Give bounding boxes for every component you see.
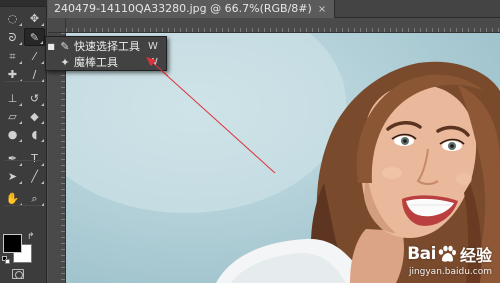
move-icon[interactable]: ✥ (24, 9, 45, 27)
tool-group-divider (5, 81, 42, 82)
blur-icon[interactable]: ● (2, 125, 23, 143)
watermark-logo: Bai 经验 (407, 244, 492, 265)
path-selection-icon[interactable]: ➤ (2, 167, 23, 185)
document-tab[interactable]: 240479-14110QA33280.jpg @ 66.7%(RGB/8#) × (48, 0, 336, 18)
tools-panel: ◌ ✥ ᘐ ✎ ⌗ ⁄ ✚ ∕ ⊥ ↺ ▱ ◆ ● ◖ ✒ T ➤ ╱ ✋ ⌕ ↱ (0, 0, 47, 283)
horizontal-ruler[interactable] (66, 18, 500, 33)
pen-icon[interactable]: ✒ (2, 149, 23, 167)
dodge-icon[interactable]: ◖ (24, 125, 45, 143)
magic-wand-icon: ✦ (60, 55, 70, 69)
selection-tool-flyout: ■ ✎ 快速选择工具 W ✦ 魔棒工具 W (45, 36, 167, 71)
paint-bucket-icon[interactable]: ◆ (24, 107, 45, 125)
eyedropper-icon[interactable]: ⁄ (24, 47, 45, 65)
type-icon[interactable]: T (24, 149, 45, 167)
ruler-origin[interactable] (48, 18, 66, 33)
foreground-color-swatch[interactable] (3, 234, 22, 253)
tool-label: 快速选择工具 (74, 40, 140, 53)
quick-selection-icon[interactable]: ✎ (24, 28, 45, 46)
close-tab-icon[interactable]: × (318, 4, 326, 15)
quick-selection-tool-item[interactable]: ■ ✎ 快速选择工具 W (46, 38, 166, 54)
crop-icon[interactable]: ⌗ (2, 47, 23, 65)
marquee-icon[interactable]: ◌ (2, 9, 23, 27)
tool-shortcut: W (148, 40, 158, 52)
tool-shortcut: W (148, 56, 158, 68)
lasso-icon[interactable]: ᘐ (2, 28, 23, 46)
tool-label: 魔棒工具 (74, 56, 118, 69)
line-tool-icon[interactable]: ╱ (24, 167, 45, 185)
document-tab-title: 240479-14110QA33280.jpg @ 66.7%(RGB/8#) (54, 2, 312, 15)
tool-group-divider (5, 205, 42, 206)
clone-stamp-icon[interactable]: ⊥ (2, 89, 23, 107)
paw-logo-icon (438, 245, 456, 262)
quick-selection-icon: ✎ (60, 39, 70, 53)
swap-colors-icon[interactable]: ↱ (27, 232, 35, 242)
panel-grip[interactable] (0, 0, 47, 7)
quick-mask-icon[interactable] (12, 269, 24, 279)
eraser-icon[interactable]: ▱ (2, 107, 23, 125)
baidu-jingyan-watermark: Bai 经验 jingyan.baidu.com (407, 242, 492, 277)
default-colors-icon[interactable] (2, 256, 10, 264)
magic-wand-tool-item[interactable]: ✦ 魔棒工具 W (46, 54, 166, 70)
tool-group-divider (5, 160, 42, 161)
watermark-url: jingyan.baidu.com (408, 267, 492, 277)
document-tab-bar: 240479-14110QA33280.jpg @ 66.7%(RGB/8#) × (48, 0, 500, 18)
history-brush-icon[interactable]: ↺ (24, 89, 45, 107)
selected-mark-icon: ■ (47, 41, 55, 51)
